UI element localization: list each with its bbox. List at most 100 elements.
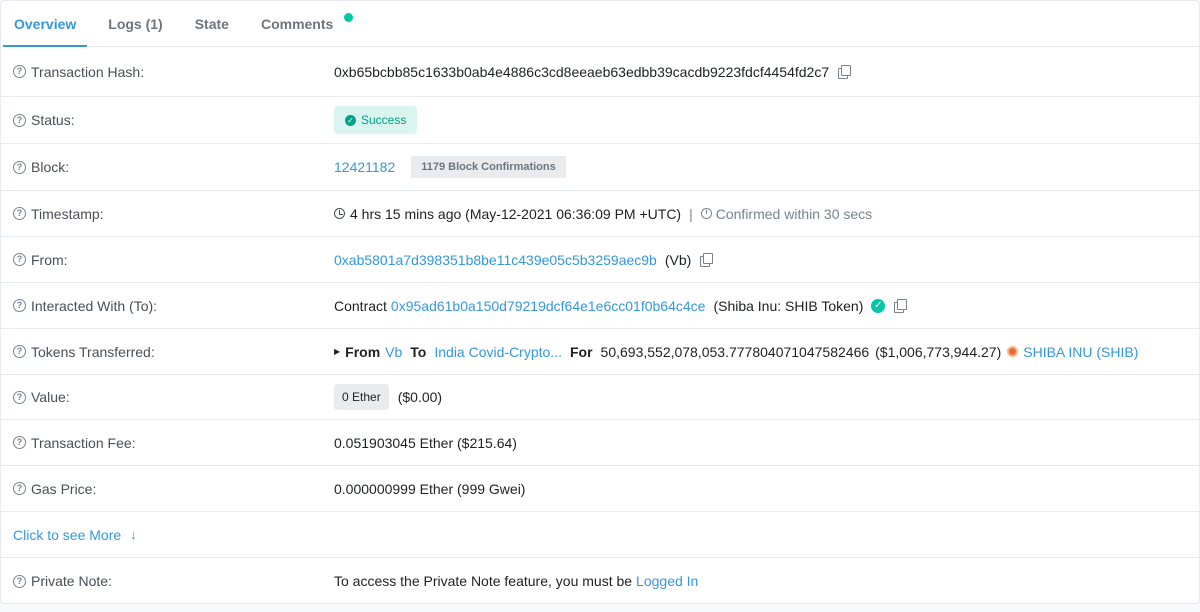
label-value: ? Value: bbox=[13, 389, 70, 405]
status-badge: ✓ Success bbox=[334, 106, 418, 134]
status-text: Success bbox=[361, 113, 407, 127]
contract-tag: (Shiba Inu: SHIB Token) bbox=[713, 297, 864, 314]
value-value: 0 Ether ($0.00) bbox=[334, 384, 442, 410]
label-text: From: bbox=[31, 251, 68, 268]
value-usd: ($0.00) bbox=[397, 389, 443, 405]
token-to-label: To bbox=[410, 343, 427, 360]
label-text: Block: bbox=[31, 159, 70, 175]
value-from: 0xab5801a7d398351b8be11c439e05c5b3259aec… bbox=[334, 251, 714, 268]
row-block: ? Block: 12421182 1179 Block Confirmations bbox=[1, 144, 1199, 191]
row-transaction-hash: ? Transaction Hash: 0xb65bcbb85c1633b0ab4… bbox=[1, 47, 1199, 97]
confirmed-within-text: Confirmed within 30 secs bbox=[715, 205, 873, 222]
copy-icon[interactable] bbox=[838, 65, 852, 79]
copy-icon[interactable] bbox=[894, 299, 908, 313]
help-icon[interactable]: ? bbox=[13, 65, 26, 78]
value-private-note: To access the Private Note feature, you … bbox=[334, 573, 698, 589]
block-number-link[interactable]: 12421182 bbox=[334, 159, 395, 175]
label-text: Tokens Transferred: bbox=[31, 343, 155, 360]
label-text: Timestamp: bbox=[31, 205, 104, 222]
label-timestamp: ? Timestamp: bbox=[13, 206, 104, 222]
tab-logs-label: Logs (1) bbox=[108, 15, 163, 32]
from-address-link[interactable]: 0xab5801a7d398351b8be11c439e05c5b3259aec… bbox=[334, 252, 657, 268]
value-transaction-hash: 0xb65bcbb85c1633b0ab4e4886c3cd8eeaeb63ed… bbox=[334, 64, 852, 80]
help-icon[interactable]: ? bbox=[13, 113, 26, 127]
see-more-label: Click to see More bbox=[13, 526, 122, 543]
shiba-token-icon bbox=[1007, 346, 1019, 357]
label-text: Gas Price: bbox=[31, 480, 97, 497]
label-private-note: ? Private Note: bbox=[13, 573, 112, 589]
label-block: ? Block: bbox=[13, 159, 69, 175]
timestamp-text: 4 hrs 15 mins ago (May-12-2021 06:36:09 … bbox=[350, 205, 682, 222]
verified-check-icon: ✓ bbox=[871, 298, 886, 313]
row-from: ? From: 0xab5801a7d398351b8be11c439e05c5b… bbox=[1, 237, 1199, 283]
label-text: Interacted With (To): bbox=[31, 297, 158, 314]
contract-address-link[interactable]: 0x95ad61b0a150d79219dcf64e1e6cc01f0b64c4… bbox=[391, 298, 706, 314]
help-icon[interactable]: ? bbox=[13, 390, 26, 404]
label-tokens-transferred: ? Tokens Transferred: bbox=[13, 344, 155, 360]
gas-price-text: 0.000000999 Ether (999 Gwei) bbox=[334, 480, 526, 497]
clock-icon bbox=[334, 208, 345, 219]
row-transaction-fee: ? Transaction Fee: 0.051903045 Ether ($21… bbox=[1, 420, 1199, 466]
label-status: ? Status: bbox=[13, 112, 75, 128]
token-from-link[interactable]: Vb bbox=[385, 344, 402, 360]
notification-dot-icon bbox=[344, 13, 354, 22]
separator: | bbox=[689, 205, 693, 222]
tab-overview-label: Overview bbox=[14, 15, 77, 32]
help-icon[interactable]: ? bbox=[13, 207, 26, 220]
tab-state-label: State bbox=[194, 15, 229, 32]
help-icon[interactable]: ? bbox=[13, 436, 26, 449]
arrow-down-icon: ↓ bbox=[130, 527, 137, 542]
value-interacted-with: Contract 0x95ad61b0a150d79219dcf64e1e6cc0… bbox=[334, 297, 908, 314]
logged-in-link[interactable]: Logged In bbox=[636, 573, 698, 589]
value-transaction-fee: 0.051903045 Ether ($215.64) bbox=[334, 435, 517, 451]
tab-overview[interactable]: Overview bbox=[3, 1, 88, 47]
help-icon[interactable]: ? bbox=[13, 482, 26, 495]
label-text: Status: bbox=[31, 112, 75, 128]
caret-right-icon: ▶ bbox=[334, 347, 341, 356]
token-usd-value: ($1,006,773,944.27) bbox=[875, 343, 1002, 360]
row-see-more: Click to see More ↓ bbox=[1, 512, 1199, 558]
label-text: Value: bbox=[31, 389, 70, 405]
tab-comments-label: Comments bbox=[260, 15, 334, 32]
label-transaction-fee: ? Transaction Fee: bbox=[13, 435, 136, 451]
tab-logs[interactable]: Logs (1) bbox=[97, 1, 173, 46]
see-more-link[interactable]: Click to see More ↓ bbox=[13, 527, 137, 543]
value-gas-price: 0.000000999 Ether (999 Gwei) bbox=[334, 481, 525, 497]
help-icon[interactable]: ? bbox=[13, 253, 26, 266]
token-for-label: For bbox=[569, 343, 593, 360]
row-private-note: ? Private Note: To access the Private Not… bbox=[1, 558, 1199, 603]
row-interacted-with: ? Interacted With (To): Contract 0x95ad61b… bbox=[1, 283, 1199, 329]
help-icon[interactable]: ? bbox=[13, 345, 26, 358]
label-text: Private Note: bbox=[31, 573, 112, 589]
help-icon[interactable]: ? bbox=[13, 299, 26, 312]
label-text: Transaction Hash: bbox=[31, 63, 145, 80]
timer-icon bbox=[700, 208, 712, 219]
value-block: 12421182 1179 Block Confirmations bbox=[334, 156, 566, 178]
transaction-details-card: Overview Logs (1) State Comments ? Transa… bbox=[0, 0, 1200, 604]
value-timestamp: 4 hrs 15 mins ago (May-12-2021 06:36:09 … bbox=[334, 206, 872, 222]
tab-bar: Overview Logs (1) State Comments bbox=[1, 1, 1199, 47]
token-from-label: From bbox=[345, 343, 381, 360]
row-tokens-transferred: ? Tokens Transferred: ▶ From Vb To India … bbox=[1, 329, 1199, 375]
copy-icon[interactable] bbox=[700, 253, 714, 267]
row-gas-price: ? Gas Price: 0.000000999 Ether (999 Gwei) bbox=[1, 466, 1199, 512]
label-text: Transaction Fee: bbox=[31, 434, 136, 451]
token-to-link[interactable]: India Covid-Crypto... bbox=[434, 344, 562, 360]
row-status: ? Status: ✓ Success bbox=[1, 97, 1199, 144]
transaction-fee-text: 0.051903045 Ether ($215.64) bbox=[334, 434, 517, 451]
row-value: ? Value: 0 Ether ($0.00) bbox=[1, 375, 1199, 420]
from-tag: (Vb) bbox=[664, 251, 692, 268]
label-from: ? From: bbox=[13, 252, 68, 268]
tab-state[interactable]: State bbox=[184, 1, 240, 46]
tab-comments[interactable]: Comments bbox=[250, 1, 354, 46]
token-name-link[interactable]: SHIBA INU (SHIB) bbox=[1023, 344, 1138, 360]
label-interacted-with: ? Interacted With (To): bbox=[13, 298, 157, 314]
label-transaction-hash: ? Transaction Hash: bbox=[13, 64, 144, 80]
contract-prefix: Contract bbox=[334, 297, 387, 314]
value-status: ✓ Success bbox=[334, 106, 418, 134]
token-amount: 50,693,552,078,053.77780407104758246​6 bbox=[600, 343, 870, 360]
help-icon[interactable]: ? bbox=[13, 574, 26, 588]
label-gas-price: ? Gas Price: bbox=[13, 481, 96, 497]
check-circle-icon: ✓ bbox=[345, 114, 356, 126]
help-icon[interactable]: ? bbox=[13, 160, 26, 174]
